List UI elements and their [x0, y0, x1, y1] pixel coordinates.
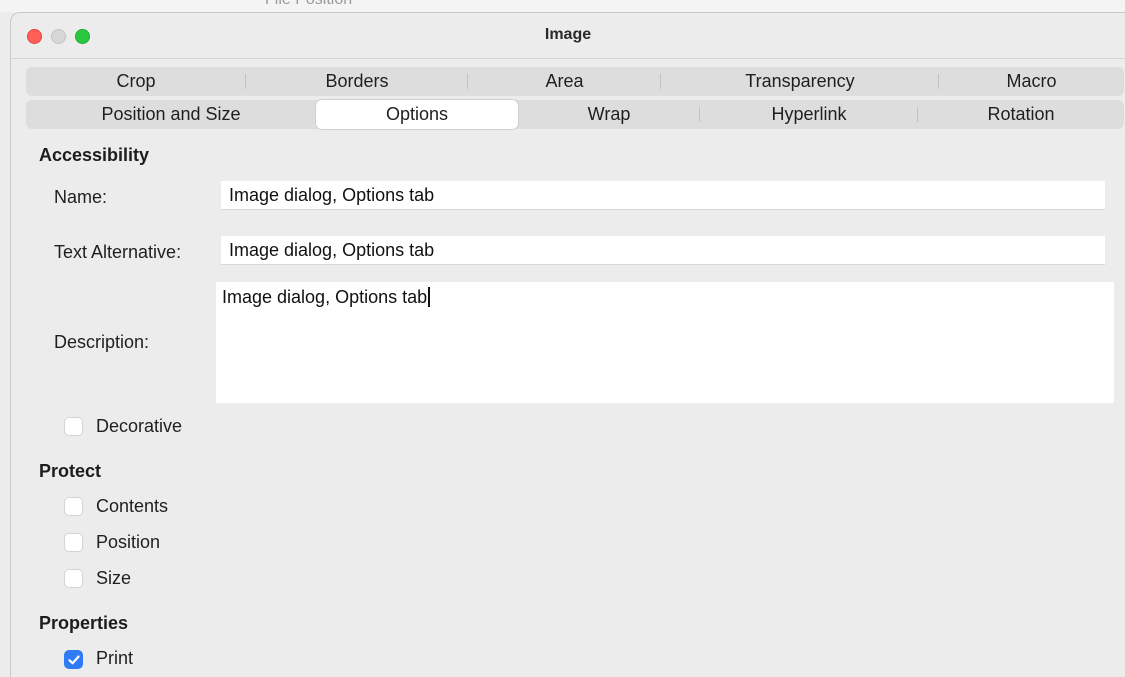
- tab-macro[interactable]: Macro: [939, 67, 1124, 96]
- text-alternative-field[interactable]: Image dialog, Options tab: [221, 236, 1105, 265]
- print-label: Print: [96, 648, 134, 668]
- tab-row-2: Position and Size Options Wrap Hyperlink…: [26, 100, 1124, 129]
- tab-wrap[interactable]: Wrap: [518, 100, 700, 129]
- tab-row-1: Crop Borders Area Transparency Macro: [26, 67, 1124, 96]
- title-bar: Image: [11, 13, 1125, 59]
- decorative-checkbox[interactable]: [64, 417, 83, 436]
- size-checkbox[interactable]: [64, 569, 83, 588]
- protect-heading: Protect: [39, 461, 102, 481]
- position-label: Position: [96, 532, 161, 552]
- description-textarea[interactable]: Image dialog, Options tab: [216, 282, 1114, 403]
- name-label: Name:: [54, 187, 108, 207]
- tab-options[interactable]: Options: [316, 100, 518, 129]
- properties-heading: Properties: [39, 613, 129, 633]
- print-checkbox[interactable]: [64, 650, 83, 669]
- tab-rotation[interactable]: Rotation: [918, 100, 1124, 129]
- background-window-strip: File Position: [0, 0, 1125, 12]
- tab-borders[interactable]: Borders: [246, 67, 468, 96]
- background-text: File Position: [265, 0, 352, 9]
- description-label: Description:: [54, 332, 150, 352]
- accessibility-heading: Accessibility: [39, 145, 150, 165]
- decorative-label: Decorative: [96, 416, 183, 436]
- tab-position-and-size[interactable]: Position and Size: [26, 100, 316, 129]
- tab-transparency[interactable]: Transparency: [661, 67, 939, 96]
- checkmark-icon: [68, 655, 80, 665]
- image-dialog: Image Crop Borders Area Transparency Mac…: [10, 12, 1125, 677]
- window-title: Image: [544, 26, 592, 43]
- tab-crop[interactable]: Crop: [26, 67, 246, 96]
- position-checkbox[interactable]: [64, 533, 83, 552]
- description-text: Image dialog, Options tab: [222, 287, 428, 307]
- tab-area[interactable]: Area: [468, 67, 661, 96]
- size-label: Size: [96, 568, 132, 588]
- name-field[interactable]: Image dialog, Options tab: [221, 181, 1105, 210]
- text-caret: [428, 287, 431, 307]
- tab-hyperlink[interactable]: Hyperlink: [700, 100, 918, 129]
- text-alternative-label: Text Alternative:: [54, 242, 182, 262]
- contents-label: Contents: [96, 496, 169, 516]
- contents-checkbox[interactable]: [64, 497, 83, 516]
